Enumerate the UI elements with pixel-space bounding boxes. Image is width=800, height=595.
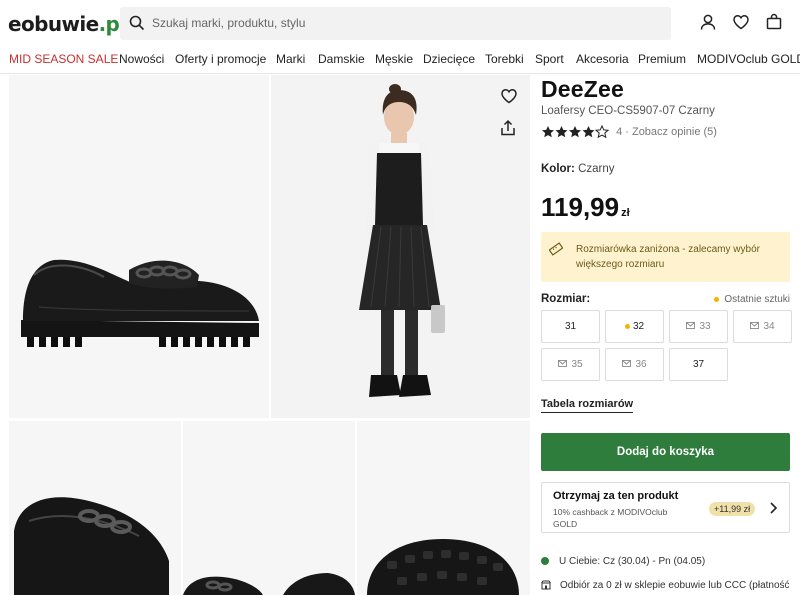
reviews-link[interactable]: Zobacz opinie (5) bbox=[632, 126, 717, 138]
availability-dot bbox=[541, 557, 549, 566]
heart-icon[interactable] bbox=[732, 13, 750, 31]
color-value: Czarny bbox=[578, 163, 615, 175]
size-label-31: 31 bbox=[564, 321, 577, 332]
size-label-34: 34 bbox=[763, 321, 775, 332]
last-pieces-legend: Ostatnie sztuki bbox=[714, 294, 790, 305]
size-option-34[interactable]: 34 bbox=[733, 310, 792, 343]
cashback-title: Otrzymaj za ten produkt bbox=[553, 490, 679, 502]
nav-item-akcesoria[interactable]: Akcesoria bbox=[576, 52, 629, 66]
cashback-banner[interactable]: Otrzymaj za ten produkt 10% cashback z M… bbox=[541, 482, 790, 533]
product-rating: 4 · Zobacz opinie (5) bbox=[541, 125, 717, 141]
logo[interactable]: eobuwie.pl bbox=[8, 12, 126, 36]
search-input[interactable]: Szukaj marki, produktu, stylu bbox=[120, 7, 671, 40]
size-option-31[interactable]: 31 bbox=[541, 310, 600, 343]
last-pieces-text: Ostatnie sztuki bbox=[724, 294, 790, 305]
nav-item-sport[interactable]: Sport bbox=[535, 52, 564, 66]
product-image-pair[interactable] bbox=[183, 421, 355, 595]
ruler-icon bbox=[549, 242, 563, 256]
size-label: Rozmiar: bbox=[541, 293, 591, 305]
price-value: 119,99 bbox=[541, 192, 620, 222]
search-icon bbox=[129, 15, 145, 31]
search-placeholder: Szukaj marki, produktu, stylu bbox=[152, 16, 306, 30]
nav-item-marki[interactable]: Marki bbox=[276, 52, 305, 66]
cashback-description: 10% cashback z MODIVOclub GOLD bbox=[553, 507, 668, 529]
nav-item-damskie[interactable]: Damskie bbox=[318, 52, 365, 66]
add-to-cart-button[interactable]: Dodaj do koszyka bbox=[541, 433, 790, 471]
rating-separator: · bbox=[622, 126, 632, 138]
nav-item-meskie[interactable]: Męskie bbox=[375, 52, 413, 66]
color-label: Kolor: bbox=[541, 163, 575, 175]
nav-item-premium[interactable]: Premium bbox=[638, 52, 686, 66]
nav-item-modivoclub[interactable]: MODIVOclub GOLD bbox=[697, 52, 800, 66]
model-illustration bbox=[359, 84, 445, 397]
product-gallery bbox=[0, 75, 530, 595]
loafer-side-illustration bbox=[21, 259, 259, 347]
wishlist-heart-icon[interactable] bbox=[500, 87, 518, 105]
delivery-text: U Ciebie: Cz (30.04) - Pn (04.05) bbox=[559, 556, 706, 567]
logo-text: eobuwie bbox=[8, 12, 99, 36]
user-icon[interactable] bbox=[699, 13, 717, 31]
rating-stars-icon bbox=[542, 125, 609, 139]
nav-item-nowosci[interactable]: Nowości bbox=[119, 52, 164, 66]
price-currency: zł bbox=[621, 207, 630, 219]
cashback-badge: +11,99 zł bbox=[709, 502, 756, 516]
nav-item-torebki[interactable]: Torebki bbox=[485, 52, 524, 66]
loafer-pair-illustration bbox=[183, 573, 355, 595]
store-icon bbox=[541, 580, 551, 590]
size-label-36: 36 bbox=[635, 359, 647, 370]
envelope-icon bbox=[686, 321, 696, 329]
site-header: eobuwie.pl Szukaj marki, produktu, stylu bbox=[0, 0, 800, 46]
size-option-37[interactable]: 37 bbox=[669, 348, 728, 381]
bag-icon[interactable] bbox=[765, 13, 783, 31]
size-notice: Rozmiarówka zaniżona - zalecamy wybór wi… bbox=[541, 232, 790, 282]
notice-text: Rozmiarówka zaniżona - zalecamy wybór wi… bbox=[576, 244, 760, 270]
main-navigation: MID SEASON SALE Nowości Oferty i promocj… bbox=[0, 46, 800, 74]
product-image-model[interactable] bbox=[271, 75, 530, 418]
envelope-icon bbox=[750, 321, 760, 329]
pickup-text: Odbiór za 0 zł w sklepie eobuwie lub CCC… bbox=[560, 580, 790, 591]
loafer-sole-illustration bbox=[367, 539, 519, 595]
size-label-32: 32 bbox=[632, 321, 645, 332]
delivery-info: U Ciebie: Cz (30.04) - Pn (04.05) bbox=[541, 556, 705, 567]
size-label-33: 33 bbox=[699, 321, 711, 332]
nav-item-dzieciece[interactable]: Dziecięce bbox=[423, 52, 475, 66]
size-table-link[interactable]: Tabela rozmiarów bbox=[541, 398, 634, 413]
size-label-37: 37 bbox=[692, 359, 705, 370]
product-model: Loafersy CEO-CS5907-07 Czarny bbox=[541, 105, 715, 117]
size-option-33[interactable]: 33 bbox=[669, 310, 728, 343]
pickup-info: Odbiór za 0 zł w sklepie eobuwie lub CCC… bbox=[541, 580, 790, 591]
last-pieces-dot bbox=[624, 323, 630, 329]
product-price: 119,99 zł bbox=[541, 192, 630, 223]
loafer-front-illustration bbox=[14, 497, 169, 595]
product-image-front[interactable] bbox=[9, 421, 181, 595]
product-color: Kolor: Czarny bbox=[541, 163, 615, 175]
product-panel: DeeZee Loafersy CEO-CS5907-07 Czarny 4 ·… bbox=[541, 75, 796, 595]
share-icon[interactable] bbox=[499, 119, 517, 137]
product-image-sole[interactable] bbox=[357, 421, 530, 595]
chevron-right-icon bbox=[770, 502, 778, 514]
size-label-35: 35 bbox=[571, 359, 583, 370]
nav-item-sale[interactable]: MID SEASON SALE bbox=[9, 52, 118, 66]
size-option-32[interactable]: 32 bbox=[605, 310, 664, 343]
last-pieces-dot bbox=[714, 296, 720, 302]
nav-item-oferty[interactable]: Oferty i promocje bbox=[175, 52, 266, 66]
envelope-icon bbox=[558, 359, 568, 367]
size-option-35[interactable]: 35 bbox=[541, 348, 600, 381]
envelope-icon bbox=[622, 359, 632, 367]
size-option-36[interactable]: 36 bbox=[605, 348, 664, 381]
product-image-side[interactable] bbox=[9, 75, 269, 418]
product-brand[interactable]: DeeZee bbox=[541, 76, 624, 103]
